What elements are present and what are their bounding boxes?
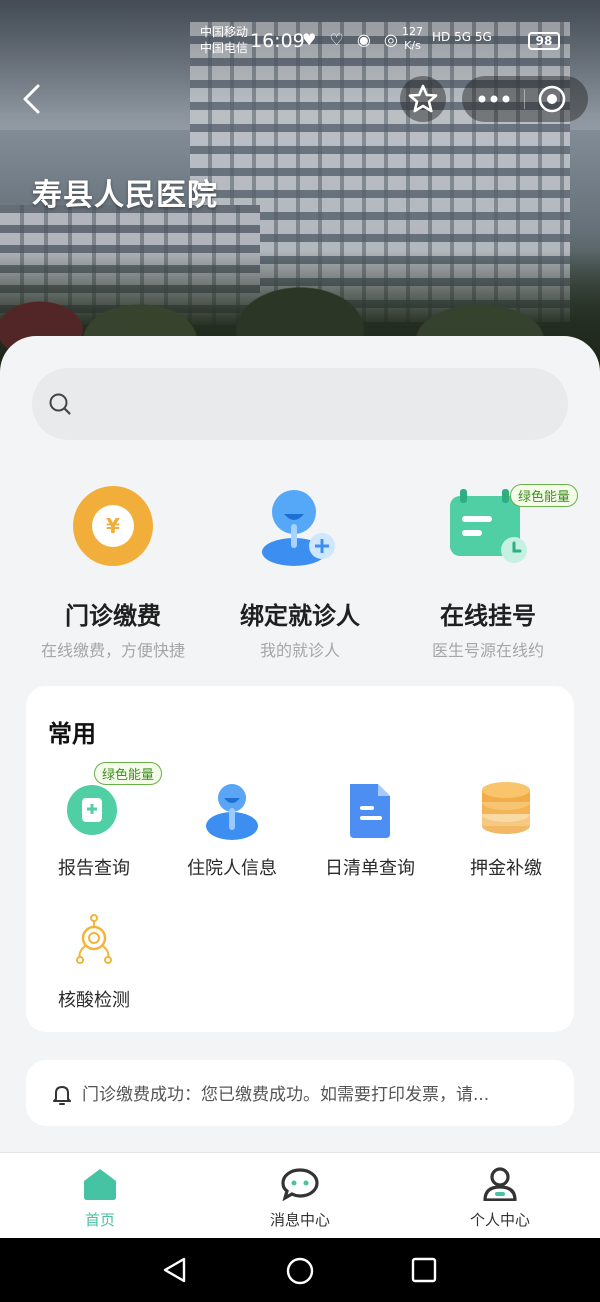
tab-label: 消息中心 (269, 1211, 330, 1229)
bottom-tab-bar: 首页 消息中心 个人中心 (0, 1152, 600, 1238)
inpatient-icon (202, 780, 262, 840)
service-nucleic-test[interactable]: 核酸检测 (24, 912, 164, 1012)
green-energy-badge: 绿色能量 (94, 762, 163, 785)
system-back-icon[interactable] (160, 1256, 190, 1284)
back-button[interactable] (18, 82, 48, 116)
service-deposit-payment[interactable]: 押金补缴 (436, 780, 576, 880)
notice-text: 门诊缴费成功：您已缴费成功。如需要打印发票，请... (82, 1085, 490, 1105)
service-daily-list[interactable]: 日清单查询 (300, 780, 440, 880)
tab-home[interactable]: 首页 (20, 1167, 180, 1230)
system-recents-icon[interactable] (410, 1256, 438, 1284)
feature-subtitle: 在线缴费，方便快捷 (40, 641, 185, 660)
service-label: 核酸检测 (58, 990, 130, 1011)
capsule-divider (524, 89, 525, 109)
profile-icon (483, 1167, 517, 1202)
deposit-coins-icon (476, 780, 536, 840)
favorite-button[interactable] (400, 76, 446, 122)
system-home-icon[interactable] (285, 1256, 315, 1286)
feature-bind-patient[interactable]: 绑定就诊人 我的就诊人 (200, 484, 400, 661)
network-speed: 127 K/s (402, 25, 423, 53)
nucleic-test-icon (64, 912, 124, 972)
feature-subtitle: 医生号源在线约 (431, 641, 544, 660)
main-sheet: ¥ 门诊缴费 在线缴费，方便快捷 绑定就诊人 我的就诊人 绿色能量 在线挂号 医… (0, 336, 600, 1152)
close-miniapp-icon[interactable] (538, 85, 566, 113)
carrier-2: 中国电信 (200, 41, 249, 55)
status-time: 16:09 (250, 30, 305, 52)
miniapp-capsule (462, 76, 588, 122)
payment-notice[interactable]: 门诊缴费成功：您已缴费成功。如需要打印发票，请... (26, 1060, 574, 1126)
svg-text:¥: ¥ (106, 514, 120, 538)
carriers: 中国移动 中国电信 (200, 24, 248, 56)
speed-unit: K/s (404, 39, 421, 52)
system-navigation-bar (0, 1238, 600, 1302)
carrier-1: 中国移动 (200, 25, 249, 39)
search-icon (49, 393, 71, 415)
daily-list-icon (340, 780, 400, 840)
tab-profile[interactable]: 个人中心 (420, 1167, 580, 1230)
status-icons: ♥ ♡ ◉ ◎ (302, 30, 402, 49)
tab-messages[interactable]: 消息中心 (220, 1167, 380, 1230)
feature-online-registration[interactable]: 绿色能量 在线挂号 医生号源在线约 (388, 484, 588, 661)
search-bar[interactable] (32, 368, 568, 440)
service-label: 押金补缴 (470, 858, 542, 879)
home-icon (84, 1169, 116, 1200)
hospital-name: 寿县人民医院 (32, 178, 218, 213)
signal-icons: HD 5G 5G (432, 30, 492, 44)
feature-outpatient-payment[interactable]: ¥ 门诊缴费 在线缴费，方便快捷 (13, 484, 213, 661)
service-label: 报告查询 (58, 858, 130, 879)
star-icon (408, 84, 438, 113)
add-patient-icon (258, 484, 342, 568)
feature-title: 门诊缴费 (65, 602, 161, 630)
status-bar: 中国移动 中国电信 16:09 ♥ ♡ ◉ ◎ 127 K/s HD 5G 5G… (0, 22, 600, 62)
service-label: 日清单查询 (325, 858, 415, 879)
battery-indicator: 98 (528, 32, 560, 50)
message-icon (281, 1168, 319, 1202)
service-label: 住院人信息 (187, 858, 277, 879)
green-energy-badge: 绿色能量 (510, 484, 579, 507)
back-arrow-icon (23, 84, 40, 114)
report-icon (64, 780, 124, 840)
speed-value: 127 (402, 25, 423, 38)
card-title: 常用 (48, 720, 96, 748)
bell-icon (53, 1086, 71, 1105)
feature-title: 在线挂号 (440, 602, 536, 630)
common-services-card: 常用 绿色能量 报告查询 住院人信息 日清单查询 押金补缴 核酸检测 (26, 686, 574, 1032)
more-icon[interactable] (476, 87, 512, 111)
service-inpatient-info[interactable]: 住院人信息 (162, 780, 302, 880)
yuan-coin-icon: ¥ (71, 484, 155, 568)
service-report-query[interactable]: 绿色能量 报告查询 (24, 762, 164, 880)
tab-label: 个人中心 (469, 1211, 530, 1229)
feature-title: 绑定就诊人 (240, 602, 360, 630)
tab-label: 首页 (84, 1211, 115, 1229)
feature-subtitle: 我的就诊人 (259, 641, 340, 660)
